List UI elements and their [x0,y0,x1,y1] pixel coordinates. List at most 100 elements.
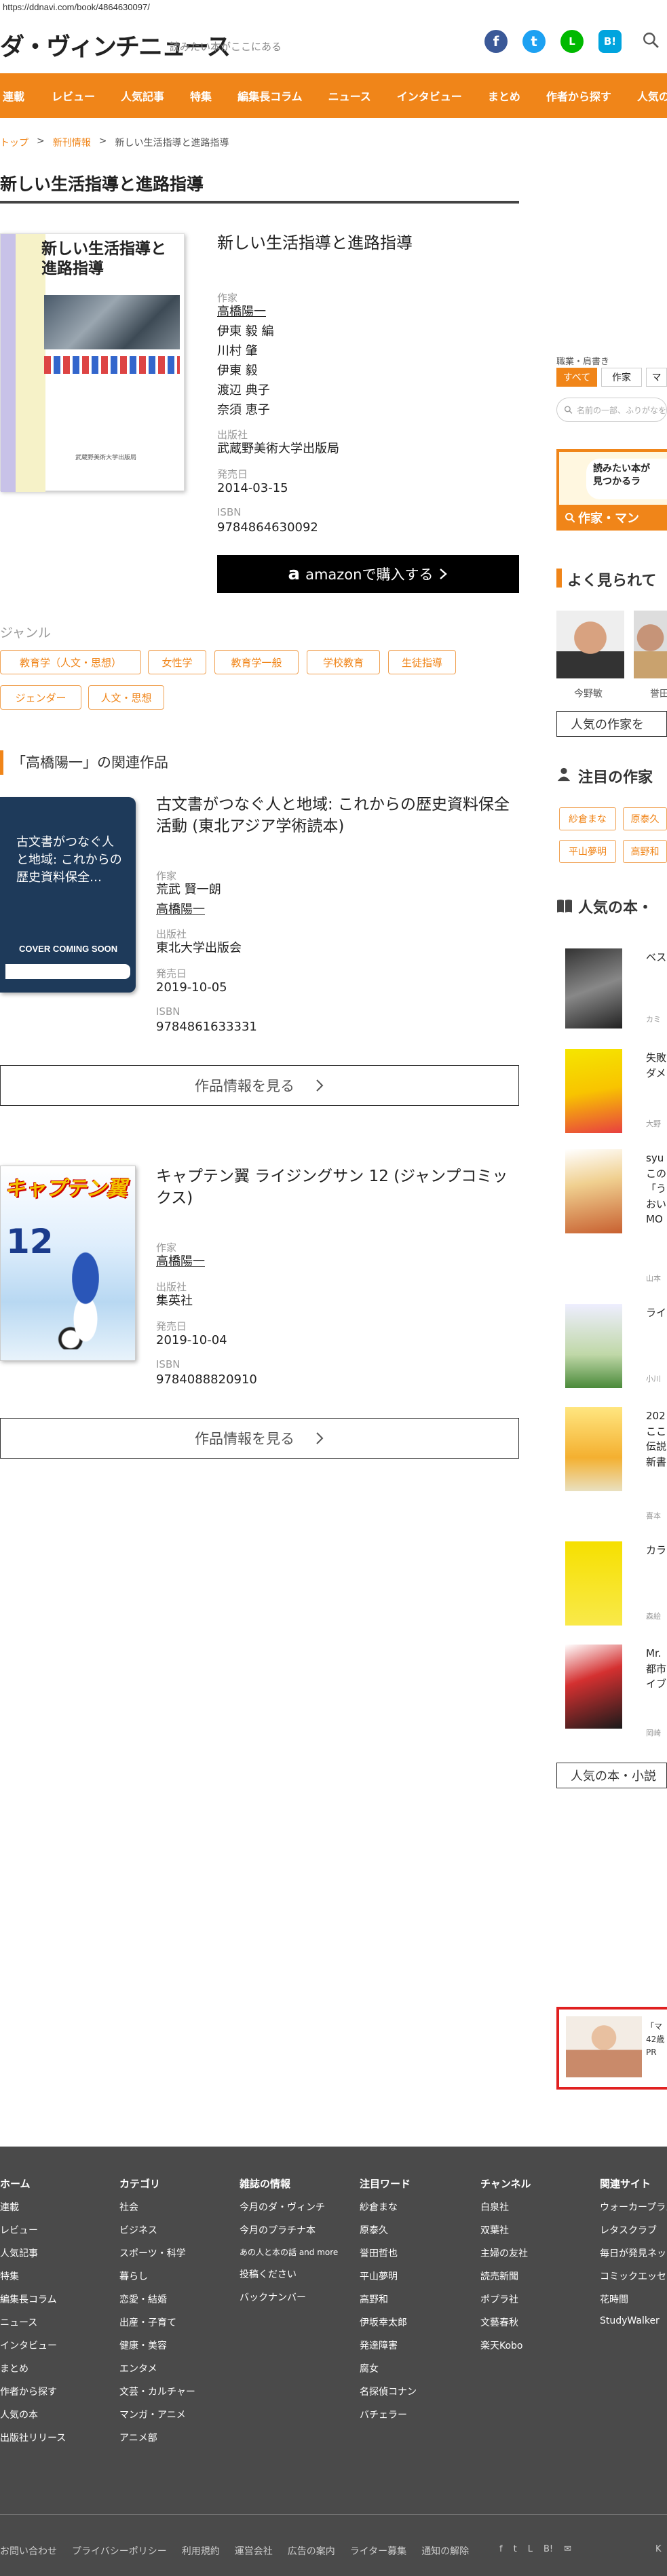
popular-books-button[interactable]: 人気の本・小説 [556,1763,667,1788]
footer-link[interactable]: ウォーカープラス [600,2200,667,2214]
footer-link[interactable]: レタスクラブ [600,2223,667,2237]
author-avatar[interactable] [634,611,667,678]
ranking-book-title[interactable]: Mr. 都市 イブ [646,1646,666,1692]
footer-column-title[interactable]: チャンネル [480,2176,596,2191]
ranking-book-cover[interactable] [565,1541,622,1626]
footer-link[interactable]: 伊坂幸太郎 [360,2315,475,2329]
footer-link[interactable]: 誉田哲也 [360,2246,475,2260]
footer-link[interactable]: 双葉社 [480,2223,596,2237]
ranking-book-cover[interactable] [565,1149,622,1233]
nav-item-interview[interactable]: インタビュー [397,88,462,104]
ranking-book-cover[interactable] [565,1304,622,1388]
ranking-book-cover[interactable] [565,948,622,1029]
author-avatar[interactable] [556,611,624,678]
twitter-icon[interactable]: t [514,2544,517,2554]
footer-link[interactable]: ニュース [0,2315,115,2329]
footer-link[interactable]: 出産・子育て [119,2315,235,2329]
line-icon[interactable]: L [528,2544,533,2554]
footer-column-title[interactable]: 注目ワード [360,2176,475,2191]
hatena-bookmark-icon[interactable]: B! [544,2544,553,2554]
ranking-book-cover[interactable] [565,1049,622,1133]
footer-column-title[interactable]: カテゴリ [119,2176,235,2191]
footer-terms-link[interactable]: 利用規約 [182,2544,220,2558]
ranking-book-title[interactable]: syu この 「う おい MO [646,1151,666,1227]
url-bar[interactable]: https://ddnavi.com/book/4864630097/ [0,0,667,16]
featured-author-tag[interactable]: 原泰久 [623,807,667,830]
view-work-info-button[interactable]: 作品情報を見る [0,1065,519,1106]
footer-link[interactable]: 紗倉まな [360,2200,475,2214]
footer-link[interactable]: 特集 [0,2269,115,2283]
footer-link[interactable]: 今月のプラチナ本 [240,2223,355,2237]
footer-link[interactable]: StudyWalker [600,2315,667,2326]
footer-link[interactable]: 読売新聞 [480,2269,596,2283]
mail-icon[interactable]: ✉ [564,2544,571,2554]
footer-writer-link[interactable]: ライター募集 [350,2544,406,2558]
footer-link[interactable]: 原泰久 [360,2223,475,2237]
genre-tag[interactable]: 教育学（人文・思想） [0,650,141,674]
footer-link[interactable]: 毎日が発見ネット [600,2246,667,2260]
footer-link[interactable]: マンガ・アニメ [119,2408,235,2421]
footer-link[interactable]: 白泉社 [480,2200,596,2214]
author-link[interactable]: 高橋陽一 [156,900,205,919]
footer-link[interactable]: 投稿ください [240,2267,355,2281]
breadcrumb-category[interactable]: 新刊情報 [53,136,91,149]
footer-link[interactable]: インタビュー [0,2339,115,2352]
facebook-icon[interactable]: f [484,30,508,53]
footer-link[interactable]: 連載 [0,2200,115,2214]
nav-item-authors[interactable]: 作者から探す [546,88,611,104]
footer-link[interactable]: アニメ部 [119,2431,235,2444]
ranking-book-title[interactable]: カラ [646,1543,666,1558]
ranking-book-title[interactable]: ベス [646,950,666,965]
footer-link[interactable]: 名探偵コナン [360,2385,475,2398]
footer-ads-link[interactable]: 広告の案内 [288,2544,335,2558]
footer-link[interactable]: バチェラー [360,2408,475,2421]
genre-tag[interactable]: 女性学 [148,650,206,674]
footer-column-title[interactable]: ホーム [0,2176,115,2191]
footer-link[interactable]: ビジネス [119,2223,235,2237]
footer-company-link[interactable]: 運営会社 [235,2544,273,2558]
footer-link[interactable]: 花時間 [600,2292,667,2306]
footer-link[interactable]: 主婦の友社 [480,2246,596,2260]
footer-link[interactable]: 今月のダ・ヴィンチ [240,2200,355,2214]
footer-link[interactable]: 出版社リリース [0,2431,115,2444]
view-work-info-button[interactable]: 作品情報を見る [0,1418,519,1459]
nav-item-series[interactable]: 連載 [3,88,24,104]
footer-link[interactable]: レビュー [0,2223,115,2237]
footer-link[interactable]: 作者から探す [0,2385,115,2398]
facebook-icon[interactable]: f [499,2544,503,2554]
footer-link[interactable]: 文藝春秋 [480,2315,596,2329]
footer-link[interactable]: 社会 [119,2200,235,2214]
genre-tag[interactable]: 教育学一般 [214,650,299,674]
footer-link[interactable]: 平山夢明 [360,2269,475,2283]
author-name[interactable]: 誉田 [650,687,667,700]
footer-link[interactable]: 編集長コラム [0,2292,115,2306]
footer-link[interactable]: 文芸・カルチャー [119,2385,235,2398]
twitter-icon[interactable]: t [522,30,546,53]
related-book-title[interactable]: キャプテン翼 ライジングサン 12 (ジャンプコミックス) [156,1166,519,1209]
footer-link[interactable]: バックナンバー [240,2290,355,2304]
nav-item-popular-books[interactable]: 人気の本 [637,88,667,104]
footer-link[interactable]: 人気の本 [0,2408,115,2421]
author-search-field[interactable]: 名前の一部、ふりがなを [556,398,667,422]
hatena-bookmark-icon[interactable]: B! [598,30,622,53]
genre-tag[interactable]: ジェンダー [0,685,81,710]
footer-link[interactable]: 腐女 [360,2362,475,2375]
breadcrumb-home[interactable]: トップ [0,136,28,149]
footer-link[interactable]: 楽天Kobo [480,2339,596,2352]
footer-link[interactable]: 暮らし [119,2269,235,2283]
footer-link[interactable]: 人気記事 [0,2246,115,2260]
footer-link[interactable]: 健康・美容 [119,2339,235,2352]
author-search-banner[interactable]: 読みたい本が 見つかるラ 作家・マン [556,449,667,531]
ranking-book-title[interactable]: 202 ここ 伝説 新書 [646,1408,666,1469]
search-icon[interactable] [642,31,660,49]
footer-column-title[interactable]: 関連サイト [600,2176,667,2191]
nav-item-feature[interactable]: 特集 [190,88,212,104]
featured-author-tag[interactable]: 紗倉まな [559,807,616,830]
ranking-book-cover[interactable] [565,1645,622,1729]
nav-item-popular[interactable]: 人気記事 [121,88,164,104]
related-book-cover[interactable]: 古文書がつなぐ人と地域: これからの歴史資料保全… COVER COMING S… [0,797,136,993]
related-book-title[interactable]: 古文書がつなぐ人と地域: これからの歴史資料保全活動 (東北アジア学術読本) [156,794,519,837]
footer-contact-link[interactable]: お問い合わせ [0,2544,57,2558]
footer-link[interactable]: スポーツ・科学 [119,2246,235,2260]
footer-link[interactable]: あの人と本の話 and more [240,2246,355,2258]
